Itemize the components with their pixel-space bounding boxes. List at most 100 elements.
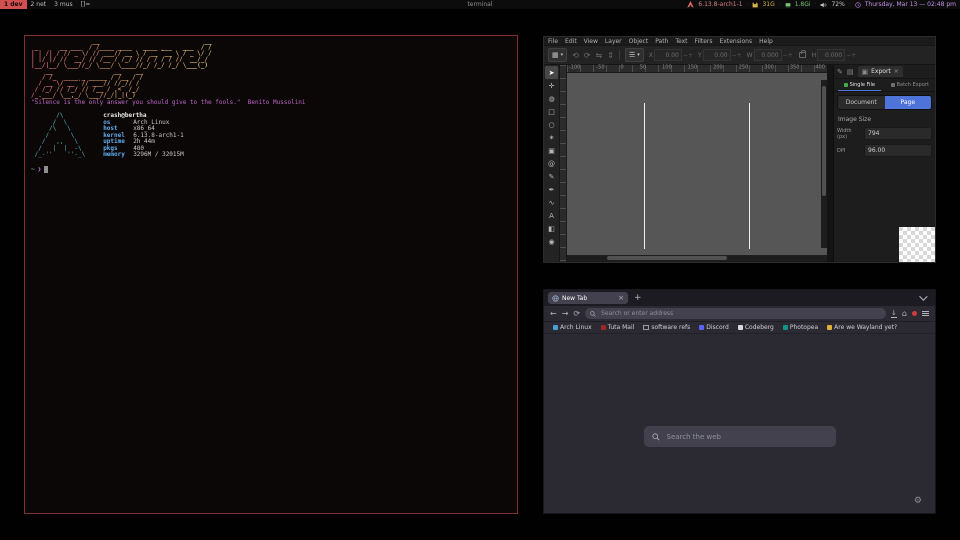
width-input[interactable]: [864, 127, 932, 140]
bookmark-are-we-wayland-yet[interactable]: Are we Wayland yet?: [827, 324, 897, 331]
y-field[interactable]: Y 0.00 −+: [698, 49, 742, 61]
w-field[interactable]: W 0.000 −+: [747, 49, 793, 61]
address-bar[interactable]: [585, 308, 886, 319]
w-label: W: [747, 52, 753, 59]
selection-mode-dropdown[interactable]: ▦▾: [548, 48, 567, 62]
y-value[interactable]: 0.00: [703, 49, 731, 61]
stepper[interactable]: −+: [846, 52, 856, 59]
rotate-cw-icon[interactable]: ⟳: [584, 51, 591, 60]
active-tab[interactable]: New Tab ×: [548, 292, 628, 304]
bookmark-codeberg[interactable]: Codeberg: [738, 324, 774, 331]
flip-horizontal-icon[interactable]: ⇋: [596, 51, 603, 60]
home-icon[interactable]: ⌂: [902, 310, 907, 318]
batch-export-tab[interactable]: Batch Export: [885, 79, 936, 91]
image-size-label: Image Size: [834, 110, 935, 125]
forward-button[interactable]: →: [562, 310, 569, 318]
canvas-horizontal-scrollbar[interactable]: [567, 255, 827, 262]
scope-document-button[interactable]: Document: [838, 96, 885, 109]
h-value[interactable]: 0.000: [817, 49, 845, 61]
tool-rect-icon[interactable]: □: [545, 105, 558, 118]
stepper[interactable]: −+: [732, 52, 742, 59]
h-field[interactable]: H 0.000 −+: [812, 49, 857, 61]
menu-help[interactable]: Help: [759, 38, 773, 45]
tool-selector-icon[interactable]: ➤: [545, 66, 558, 79]
new-tab-button[interactable]: +: [634, 293, 642, 303]
bookmark-label: Tuta Mail: [608, 324, 635, 331]
bookmark-discord[interactable]: Discord: [699, 324, 729, 331]
search-icon: [590, 311, 596, 317]
downloads-icon[interactable]: ↓: [891, 310, 897, 318]
tool-3dbox-icon[interactable]: ▣: [545, 144, 558, 157]
rotate-ccw-icon[interactable]: ⟲: [572, 51, 579, 60]
edit-dock-icon[interactable]: ✎: [837, 68, 843, 76]
tool-ellipse-icon[interactable]: ○: [545, 118, 558, 131]
bookmark-photopea[interactable]: Photopea: [783, 324, 818, 331]
tab-close-icon[interactable]: ×: [618, 295, 624, 302]
scope-page-button[interactable]: Page: [885, 96, 932, 109]
extension-icon[interactable]: [912, 311, 917, 316]
bookmark-label: Photopea: [790, 324, 818, 331]
shell-prompt[interactable]: ~ ❯: [31, 166, 511, 173]
menu-extensions[interactable]: Extensions: [720, 38, 753, 45]
export-dock-tab[interactable]: ▣ Export ×: [858, 66, 903, 77]
personalize-gear-icon[interactable]: ⚙: [914, 496, 922, 506]
workspace-net[interactable]: 2 net: [27, 0, 51, 9]
stepper[interactable]: −+: [783, 52, 793, 59]
tool-shape-builder-icon[interactable]: ◍: [545, 92, 558, 105]
w-value[interactable]: 0.000: [754, 49, 782, 61]
tool-calligraphy-icon[interactable]: ∿: [545, 196, 558, 209]
tool-pen-icon[interactable]: ✒: [545, 183, 558, 196]
batch-export-icon: [891, 83, 895, 87]
inkscape-toolbox: ➤ ✛ ◍ □ ○ ✶ ▣ @ ✎ ✒ ∿ A ◧ ◉: [544, 65, 560, 262]
bookmark-arch-linux[interactable]: Arch Linux: [553, 324, 592, 331]
tool-pencil-icon[interactable]: ✎: [545, 170, 558, 183]
close-icon[interactable]: ×: [894, 68, 899, 75]
menu-text[interactable]: Text: [675, 38, 687, 45]
inkscape-canvas[interactable]: [567, 73, 827, 255]
stepper[interactable]: −+: [683, 52, 693, 59]
web-search-input[interactable]: [665, 432, 828, 442]
menu-file[interactable]: File: [548, 38, 558, 45]
reload-button[interactable]: ⟳: [573, 310, 580, 318]
list-all-tabs-icon[interactable]: [919, 292, 927, 300]
address-input[interactable]: [599, 309, 881, 318]
x-field[interactable]: X 0.00 −+: [649, 49, 693, 61]
layout-icon[interactable]: []=: [77, 0, 95, 9]
menu-edit[interactable]: Edit: [565, 38, 577, 45]
tool-node-icon[interactable]: ✛: [545, 79, 558, 92]
bookmark-folder-software-refs[interactable]: software refs: [643, 324, 690, 331]
x-value[interactable]: 0.00: [654, 49, 682, 61]
tool-dropper-icon[interactable]: ◉: [545, 235, 558, 248]
workspace-mus[interactable]: 3 mus: [50, 0, 77, 9]
menu-icon[interactable]: [922, 313, 929, 314]
flip-vertical-icon[interactable]: ⇕: [607, 51, 614, 60]
layers-dock-icon[interactable]: ▤: [847, 68, 854, 76]
menu-layer[interactable]: Layer: [605, 38, 622, 45]
tool-spiral-icon[interactable]: @: [545, 157, 558, 170]
bookmark-tuta-mail[interactable]: Tuta Mail: [601, 324, 635, 331]
tool-text-icon[interactable]: A: [545, 209, 558, 222]
single-file-label: Single File: [850, 82, 875, 88]
scrollbar-thumb[interactable]: [822, 86, 826, 196]
browser-nav-bar: ← → ⟳ ↓ ⌂: [544, 306, 935, 322]
tool-star-icon[interactable]: ✶: [545, 131, 558, 144]
tool-gradient-icon[interactable]: ◧: [545, 222, 558, 235]
ruler-label: 200: [713, 66, 723, 71]
menu-view[interactable]: View: [584, 38, 598, 45]
prompt-symbol: ❯: [38, 166, 42, 173]
lock-ratio-icon[interactable]: [799, 52, 806, 58]
workspace-dev[interactable]: 1 dev: [0, 0, 27, 9]
single-file-tab[interactable]: Single File: [834, 79, 885, 91]
menu-object[interactable]: Object: [629, 38, 649, 45]
back-button[interactable]: ←: [550, 310, 557, 318]
status-bar: 1 dev 2 net 3 mus []= terminal 6.13.8-ar…: [0, 0, 960, 9]
menu-path[interactable]: Path: [655, 38, 668, 45]
web-search-box[interactable]: [644, 426, 836, 447]
dpi-input[interactable]: [864, 144, 932, 157]
inkscape-menubar: File Edit View Layer Object Path Text Fi…: [544, 37, 935, 45]
terminal-window[interactable]: __ __ _ __ ___ / /____ ____ ____ ___ ___…: [24, 35, 518, 514]
canvas-vertical-scrollbar[interactable]: [821, 80, 827, 248]
align-dropdown[interactable]: ☰▾: [625, 48, 644, 62]
scrollbar-thumb[interactable]: [607, 256, 727, 260]
menu-filters[interactable]: Filters: [695, 38, 713, 45]
